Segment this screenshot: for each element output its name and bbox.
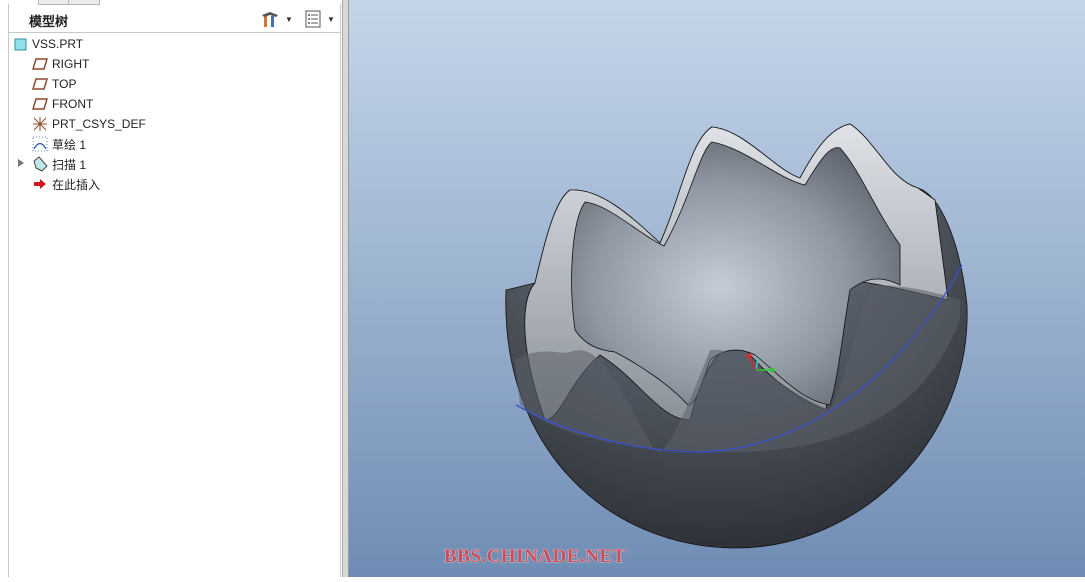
tree-item-sketch[interactable]: 草绘 1 (12, 134, 340, 154)
tree-item-front[interactable]: FRONT (12, 94, 340, 114)
part-icon (12, 36, 28, 52)
panel-border (340, 4, 341, 577)
bowl-model (505, 123, 968, 549)
datum-plane-icon (32, 76, 48, 92)
chevron-down-icon: ▼ (327, 14, 335, 24)
expand-arrow-icon[interactable] (18, 159, 24, 167)
tree-item-label: RIGHT (52, 57, 90, 71)
tree-tools-icon (262, 12, 278, 27)
tree-item-right[interactable]: RIGHT (12, 54, 340, 74)
insert-here-arrow-icon (32, 176, 48, 192)
tree-item-label: PRT_CSYS_DEF (52, 117, 146, 131)
model-tree: VSS.PRT RIGHT TOP FRONT PRT_CSYS_DEF 草绘 … (12, 34, 340, 194)
sketch-icon (32, 136, 48, 152)
tree-columns-icon (305, 10, 321, 28)
panel-border (8, 4, 9, 577)
model-tree-panel: 模型树 ▼ ▼ VSS.PRT RIGHT TOP FRONT PRT_CSYS… (0, 0, 343, 577)
tree-item-label: FRONT (52, 97, 94, 111)
tree-columns-button[interactable]: ▼ (305, 10, 335, 28)
tree-item-label: 扫描 1 (52, 157, 87, 172)
datum-plane-icon (32, 96, 48, 112)
chevron-down-icon: ▼ (285, 14, 293, 24)
model-tree-title: 模型树 (29, 14, 69, 29)
tree-item-csys[interactable]: PRT_CSYS_DEF (12, 114, 340, 134)
tree-settings-button[interactable]: ▼ (261, 10, 293, 28)
tree-item-label: 草绘 1 (52, 137, 87, 152)
sweep-icon (32, 156, 48, 172)
datum-plane-icon (32, 56, 48, 72)
tree-item-insert-here[interactable]: 在此插入 (12, 174, 340, 194)
tree-item-label: 在此插入 (52, 177, 101, 192)
tree-item-label: VSS.PRT (32, 37, 84, 51)
tree-item-top[interactable]: TOP (12, 74, 340, 94)
graphics-viewport[interactable] (349, 0, 1085, 577)
watermark: BBS.CHINADE.NET (444, 546, 626, 567)
tree-item-label: TOP (52, 77, 77, 91)
tree-item-part[interactable]: VSS.PRT (12, 34, 340, 54)
model-3d-view (505, 123, 968, 549)
model-tree-header: 模型树 ▼ ▼ (8, 4, 341, 33)
tree-item-sweep[interactable]: 扫描 1 (12, 154, 340, 174)
csys-icon (32, 116, 48, 132)
